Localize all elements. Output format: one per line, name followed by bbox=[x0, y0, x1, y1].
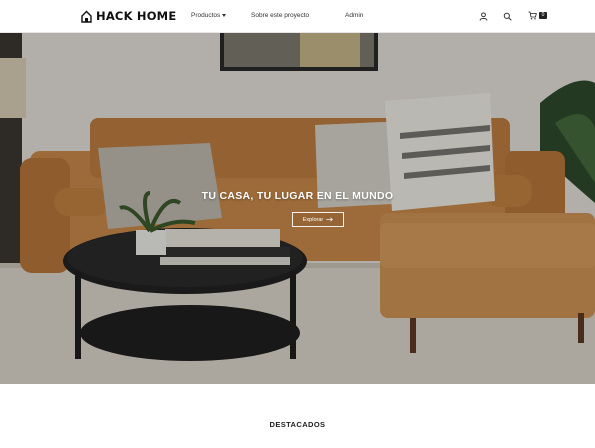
arrow-right-icon bbox=[326, 217, 334, 222]
hero-title: TU CASA, TU LUGAR EN EL MUNDO bbox=[201, 190, 394, 202]
navbar: HACK HOME Productos Sobre este proyecto … bbox=[0, 0, 595, 33]
hero-banner: TU CASA, TU LUGAR EN EL MUNDO Explorar bbox=[0, 33, 595, 384]
nav-products-dropdown[interactable]: Productos bbox=[191, 12, 227, 19]
chevron-down-icon bbox=[222, 14, 227, 17]
user-icon[interactable] bbox=[479, 12, 488, 21]
explore-button[interactable]: Explorar bbox=[292, 212, 344, 227]
brand-name: HACK HOME bbox=[96, 9, 177, 23]
cart-icon bbox=[528, 11, 537, 20]
cart-button[interactable]: 0 bbox=[528, 11, 547, 20]
brand-logo-link[interactable]: HACK HOME bbox=[81, 9, 176, 23]
featured-section-title: DESTACADOS bbox=[269, 420, 326, 429]
nav-admin-link[interactable]: Admin bbox=[345, 12, 363, 19]
house-icon bbox=[81, 10, 92, 23]
hero-overlay bbox=[0, 33, 595, 384]
nav-about-link[interactable]: Sobre este proyecto bbox=[251, 12, 309, 19]
cart-count-badge: 0 bbox=[539, 12, 547, 19]
explore-button-label: Explorar bbox=[302, 216, 324, 223]
search-icon[interactable] bbox=[503, 12, 512, 21]
nav-products-label: Productos bbox=[191, 12, 221, 19]
